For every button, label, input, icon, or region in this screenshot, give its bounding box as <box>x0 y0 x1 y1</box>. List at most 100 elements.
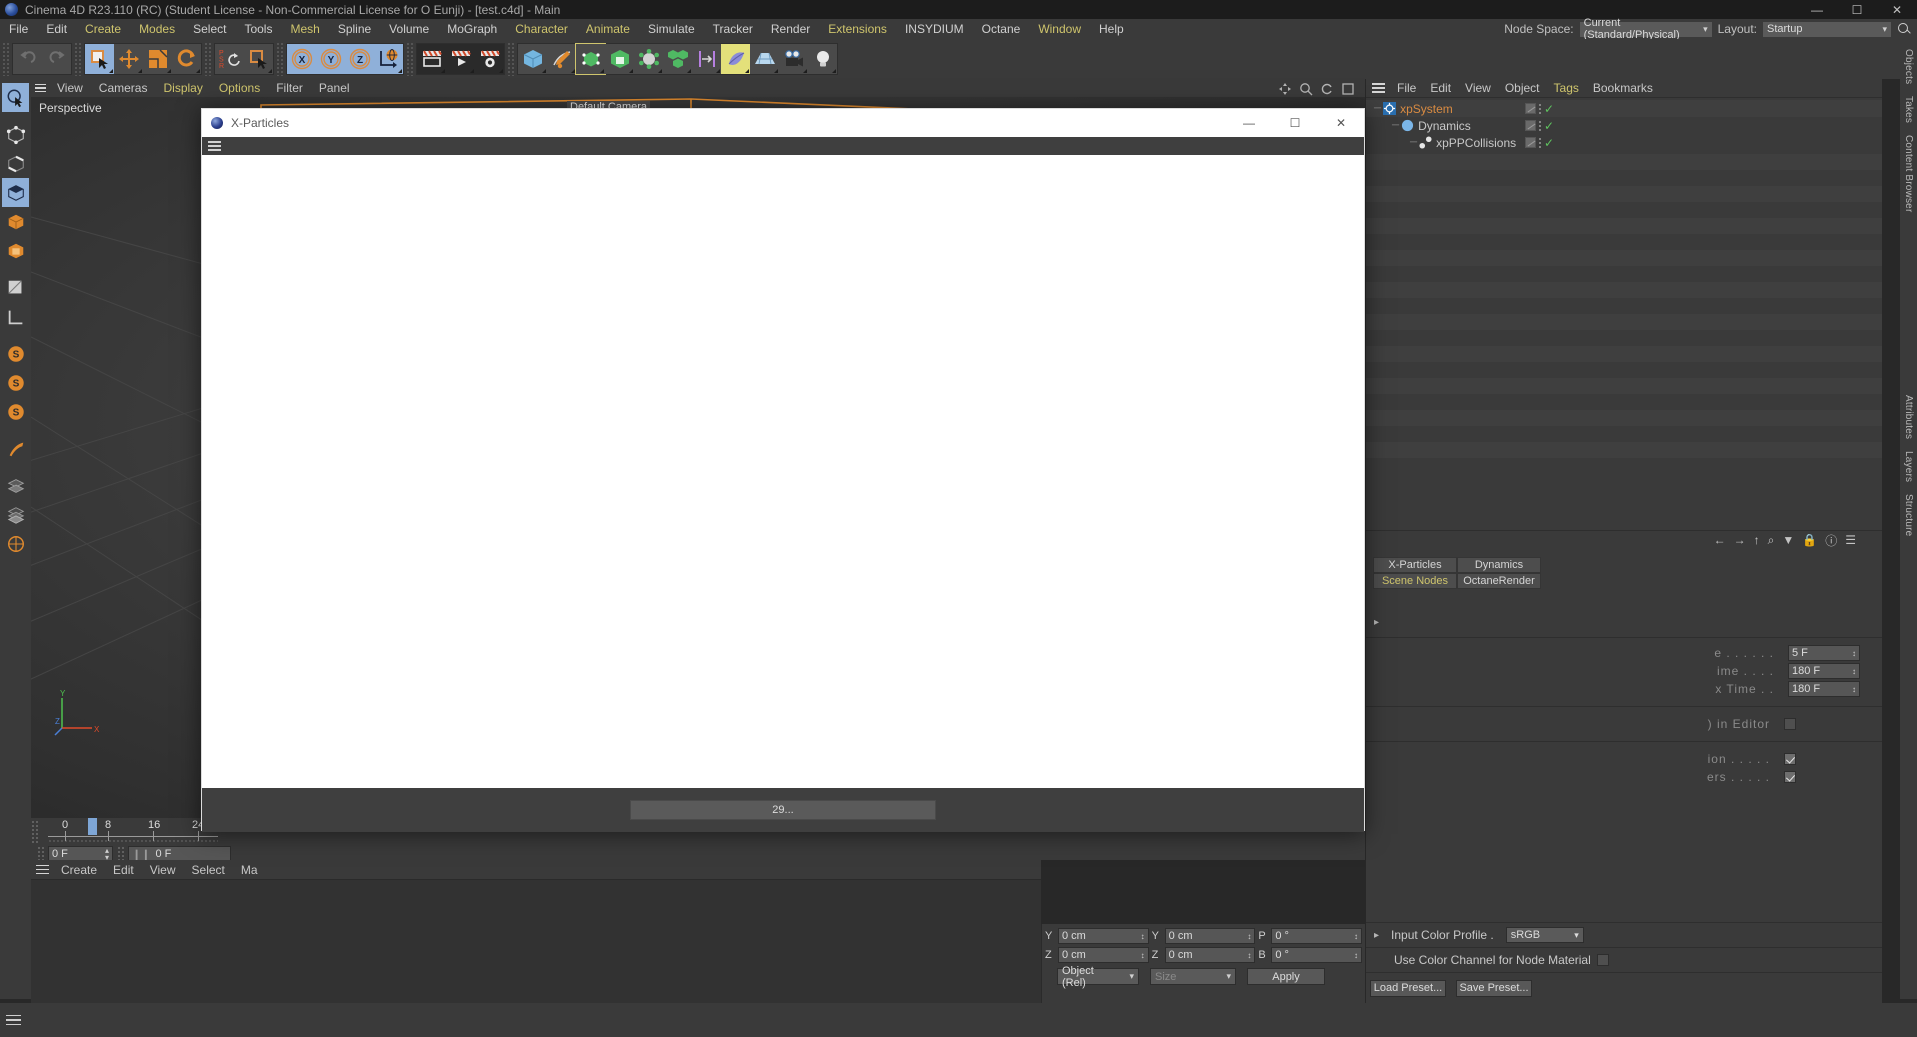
layout-select[interactable]: Startup ▾ <box>1763 21 1891 37</box>
tab-octanerender[interactable]: OctaneRender <box>1457 573 1541 589</box>
menu-help[interactable]: Help <box>1090 19 1133 39</box>
menu-select[interactable]: Select <box>184 19 235 39</box>
expand-toggle-icon[interactable]: ─ <box>1374 103 1381 114</box>
toolbar-grip[interactable] <box>204 42 212 76</box>
attribute-field-max-time[interactable]: 180 F ↕ <box>1788 681 1860 697</box>
spinner-icon[interactable]: ↕ <box>1239 951 1251 959</box>
spinner-icon[interactable]: ↕ <box>1346 932 1358 940</box>
object-manager-menu-file[interactable]: File <box>1390 79 1423 97</box>
dialog-content-area[interactable] <box>202 155 1364 788</box>
search-icon[interactable] <box>1897 22 1911 36</box>
render-settings-button[interactable] <box>475 44 504 74</box>
object-manager-menu-edit[interactable]: Edit <box>1423 79 1458 97</box>
viewport-menu-panel[interactable]: Panel <box>311 79 358 97</box>
apply-button[interactable]: Apply <box>1247 968 1325 985</box>
workplane-button[interactable] <box>2 302 29 331</box>
menu-render[interactable]: Render <box>762 19 819 39</box>
toolbar-grip[interactable] <box>406 42 414 76</box>
material-menu-create[interactable]: Create <box>53 861 105 879</box>
menu-mograph[interactable]: MoGraph <box>438 19 506 39</box>
viewport-menu-cameras[interactable]: Cameras <box>91 79 156 97</box>
render-to-picture-viewer-button[interactable] <box>446 44 475 74</box>
menu-file[interactable]: File <box>0 19 37 39</box>
cube-primitive-button[interactable] <box>518 44 547 74</box>
menu-simulate[interactable]: Simulate <box>639 19 704 39</box>
visibility-toggle[interactable] <box>1525 137 1536 148</box>
expand-toggle-icon[interactable]: ─ <box>1410 137 1417 148</box>
spinner-icon[interactable]: ↕ <box>1133 951 1145 959</box>
object-manager-menu-icon[interactable] <box>1366 83 1390 93</box>
table-row[interactable]: ─ xpPPCollisions ✓ <box>1366 134 1882 151</box>
spinner-icon[interactable]: ↕ <box>1133 932 1145 940</box>
menu-volume[interactable]: Volume <box>380 19 438 39</box>
edge-mode-button[interactable] <box>2 149 29 178</box>
coord-field-rot-b[interactable]: 0 ° ↕ <box>1271 947 1363 963</box>
menu-character[interactable]: Character <box>506 19 577 39</box>
checkbox-use-color-channel[interactable] <box>1596 954 1609 966</box>
menu-spline[interactable]: Spline <box>329 19 380 39</box>
object-tree[interactable]: ─ xpSystem ✓ ─ Dynamics ✓ ─ xpPPCollisio… <box>1366 97 1882 530</box>
menu-edit[interactable]: Edit <box>37 19 76 39</box>
enable-axis-button[interactable]: S <box>2 339 29 368</box>
deselect-tool-button[interactable] <box>244 44 273 74</box>
menu-create[interactable]: Create <box>76 19 130 39</box>
spinner-icon[interactable]: ↕ <box>1346 951 1358 959</box>
spinner-icon[interactable]: ↕ <box>1844 649 1856 657</box>
dock-tab-content-browser[interactable]: Content Browser <box>1903 129 1914 218</box>
spinner-icon[interactable]: ↕ <box>1844 667 1856 675</box>
light-button[interactable] <box>808 44 837 74</box>
timeline-playhead[interactable] <box>88 818 97 835</box>
viewport-menu-icon[interactable] <box>31 83 49 93</box>
object-manager-menu-tags[interactable]: Tags <box>1547 79 1586 97</box>
viewport-menu-filter[interactable]: Filter <box>268 79 311 97</box>
coord-field-pos-z[interactable]: 0 cm ↕ <box>1058 947 1149 963</box>
material-list[interactable] <box>31 879 1041 1003</box>
node-space-select[interactable]: Current (Standard/Physical) ▾ <box>1579 17 1712 41</box>
coord-field-size-z[interactable]: 0 cm ↕ <box>1164 947 1256 963</box>
material-button[interactable] <box>721 44 750 74</box>
visibility-toggle[interactable] <box>1525 103 1536 114</box>
zoom-icon[interactable] <box>1299 82 1313 96</box>
table-row[interactable]: ─ Dynamics ✓ <box>1366 117 1882 134</box>
tab-x-particles[interactable]: X-Particles <box>1373 557 1457 573</box>
maximize-button[interactable]: ☐ <box>1837 0 1877 19</box>
toolbar-grip[interactable] <box>2 42 10 76</box>
hamburger-menu-icon[interactable] <box>208 141 228 151</box>
coord-mode-select[interactable]: Object (Rel) ▾ <box>1057 965 1139 989</box>
menu-mesh[interactable]: Mesh <box>281 19 328 39</box>
material-menu-view[interactable]: View <box>142 861 184 879</box>
layers-stack-button[interactable] <box>2 471 29 500</box>
texture-mode-button[interactable] <box>2 273 29 302</box>
move-tool-button[interactable] <box>114 44 143 74</box>
enabled-check-icon[interactable]: ✓ <box>1544 137 1554 149</box>
dock-tab-takes[interactable]: Takes <box>1903 90 1914 129</box>
dock-tab-attributes[interactable]: Attributes <box>1903 389 1914 445</box>
enabled-check-icon[interactable]: ✓ <box>1544 103 1554 115</box>
checkbox-option-ers[interactable] <box>1784 771 1796 783</box>
menu-animate[interactable]: Animate <box>577 19 639 39</box>
search-icon[interactable]: ⌕ <box>1768 533 1775 548</box>
polygon-object-button[interactable] <box>605 44 634 74</box>
maximize-view-icon[interactable] <box>1341 82 1355 96</box>
material-menu-icon[interactable] <box>31 864 53 875</box>
point-mode-button[interactable] <box>2 120 29 149</box>
viewport-menu-display[interactable]: Display <box>155 79 210 97</box>
enable-quantize-button[interactable]: S <box>2 397 29 426</box>
menu-modes[interactable]: Modes <box>130 19 184 39</box>
attribute-field-preview-range[interactable]: 5 F ↕ <box>1788 645 1860 661</box>
input-color-profile-select[interactable]: sRGB ▾ <box>1505 927 1584 943</box>
coord-field-pos-y[interactable]: 0 cm ↕ <box>1058 928 1149 944</box>
lock-icon[interactable]: 🔒 <box>1802 533 1817 547</box>
rotate-tool-button[interactable] <box>172 44 201 74</box>
chevron-right-icon[interactable]: ▸ <box>1370 617 1385 628</box>
checkbox-in-editor[interactable] <box>1784 718 1796 730</box>
object-mode-button[interactable] <box>2 236 29 265</box>
dialog-progress-button[interactable]: 29... <box>630 800 936 820</box>
enable-snap-button[interactable]: S <box>2 368 29 397</box>
viewport-menu-options[interactable]: Options <box>211 79 268 97</box>
chevron-right-icon[interactable]: ▸ <box>1370 930 1385 941</box>
pan-icon[interactable] <box>1278 82 1292 96</box>
info-icon[interactable]: ⓘ <box>1825 532 1837 549</box>
status-menu-icon[interactable] <box>6 1014 28 1026</box>
make-editable-button[interactable] <box>575 43 606 75</box>
